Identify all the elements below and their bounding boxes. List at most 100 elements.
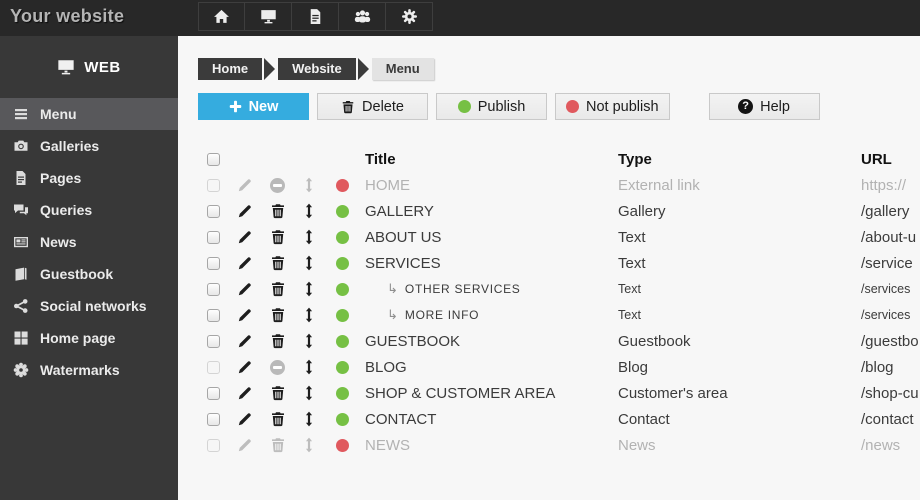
help-button[interactable]: Help — [708, 93, 820, 120]
table-body: HOME External link https:// GALLERY Gall… — [198, 172, 920, 458]
sidebar-item-label: Home page — [40, 330, 116, 346]
monitor-icon — [58, 60, 74, 75]
move-icon[interactable] — [301, 437, 317, 453]
minus-circle-icon[interactable] — [270, 359, 285, 375]
row-title: GALLERY — [365, 202, 434, 220]
row-url: /services — [861, 308, 911, 322]
table-row: BLOG Blog /blog — [198, 354, 920, 380]
select-all-checkbox[interactable] — [206, 152, 220, 166]
sidebar-item-watermarks[interactable]: Watermarks — [0, 354, 178, 386]
sidebar-logo-label: WEB — [84, 58, 121, 76]
status-dot — [335, 230, 349, 244]
row-checkbox[interactable] — [206, 334, 220, 348]
row-checkbox[interactable] — [206, 178, 220, 192]
edit-icon[interactable] — [237, 411, 253, 427]
sidebar-item-news[interactable]: News — [0, 226, 178, 258]
delete-button[interactable]: Delete — [317, 93, 428, 120]
row-checkbox[interactable] — [206, 230, 220, 244]
row-checkbox[interactable] — [206, 308, 220, 322]
move-icon[interactable] — [301, 385, 317, 401]
pages-icon[interactable] — [292, 2, 339, 31]
edit-icon[interactable] — [237, 333, 253, 349]
status-dot — [335, 412, 349, 426]
row-checkbox[interactable] — [206, 412, 220, 426]
sidebar-item-guestbook[interactable]: Guestbook — [0, 258, 178, 290]
minus-circle-icon[interactable] — [270, 177, 285, 193]
topbar: Your website — [0, 0, 920, 36]
move-icon[interactable] — [301, 359, 317, 375]
toolbar: New Delete Publish Not publish Help — [198, 93, 920, 120]
edit-icon[interactable] — [237, 437, 253, 453]
row-checkbox[interactable] — [206, 282, 220, 296]
edit-icon[interactable] — [237, 203, 253, 219]
row-checkbox[interactable] — [206, 204, 220, 218]
row-type: Text — [618, 282, 641, 296]
sidebar-item-pages[interactable]: Pages — [0, 162, 178, 194]
sidebar-item-galleries[interactable]: Galleries — [0, 130, 178, 162]
row-type: Text — [618, 254, 646, 272]
column-header-url: URL — [861, 150, 892, 168]
column-header-title: Title — [365, 150, 396, 168]
sidebar-item-queries[interactable]: Queries — [0, 194, 178, 226]
edit-icon[interactable] — [237, 281, 253, 297]
edit-icon[interactable] — [237, 385, 253, 401]
edit-icon[interactable] — [237, 307, 253, 323]
move-icon[interactable] — [301, 203, 317, 219]
edit-icon[interactable] — [237, 255, 253, 271]
sidebar-item-label: Menu — [40, 106, 77, 122]
row-type: Customer's area — [618, 384, 728, 402]
trash-icon[interactable] — [270, 385, 286, 401]
row-title: OTHER SERVICES — [360, 281, 618, 297]
breadcrumb-website[interactable]: Website — [278, 58, 369, 80]
sidebar-item-social-networks[interactable]: Social networks — [0, 290, 178, 322]
table-row: GALLERY Gallery /gallery — [198, 198, 920, 224]
button-label: Not publish — [586, 98, 659, 115]
red-dot-icon — [566, 100, 579, 113]
row-checkbox[interactable] — [206, 360, 220, 374]
row-checkbox[interactable] — [206, 438, 220, 452]
trash-icon[interactable] — [270, 333, 286, 349]
row-url: /about-u — [861, 228, 917, 246]
trash-icon[interactable] — [270, 437, 286, 453]
table-row: NEWS News /news — [198, 432, 920, 458]
table-header: Title Type URL — [198, 146, 920, 172]
breadcrumb-home[interactable]: Home — [198, 58, 276, 80]
move-icon[interactable] — [301, 229, 317, 245]
monitor-icon[interactable] — [245, 2, 292, 31]
settings-icon[interactable] — [386, 2, 433, 31]
move-icon[interactable] — [301, 333, 317, 349]
sidebar-item-home-page[interactable]: Home page — [0, 322, 178, 354]
move-icon[interactable] — [301, 307, 317, 323]
trash-icon[interactable] — [270, 255, 286, 271]
status-dot — [335, 308, 349, 322]
sidebar-item-label: Guestbook — [40, 266, 114, 282]
row-checkbox[interactable] — [206, 256, 220, 270]
new-button[interactable]: New — [198, 93, 309, 120]
trash-icon[interactable] — [270, 203, 286, 219]
not-publish-button[interactable]: Not publish — [555, 93, 670, 120]
breadcrumb-menu: Menu — [371, 58, 434, 80]
trash-icon[interactable] — [270, 229, 286, 245]
status-dot — [335, 256, 349, 270]
edit-icon[interactable] — [237, 229, 253, 245]
trash-icon[interactable] — [270, 281, 286, 297]
move-icon[interactable] — [301, 411, 317, 427]
sidebar-item-label: Social networks — [40, 298, 147, 314]
question-icon — [738, 99, 754, 114]
edit-icon[interactable] — [237, 359, 253, 375]
move-icon[interactable] — [301, 177, 317, 193]
edit-icon[interactable] — [237, 177, 253, 193]
row-url: /services — [861, 282, 911, 296]
trash-icon[interactable] — [270, 307, 286, 323]
status-dot — [335, 178, 349, 192]
trash-icon[interactable] — [270, 411, 286, 427]
publish-button[interactable]: Publish — [436, 93, 547, 120]
users-icon[interactable] — [339, 2, 386, 31]
home-icon[interactable] — [198, 2, 245, 31]
site-title: Your website — [10, 6, 125, 26]
move-icon[interactable] — [301, 281, 317, 297]
move-icon[interactable] — [301, 255, 317, 271]
sidebar-item-menu[interactable]: Menu — [0, 98, 178, 130]
row-checkbox[interactable] — [206, 386, 220, 400]
row-url: /gallery — [861, 202, 910, 220]
